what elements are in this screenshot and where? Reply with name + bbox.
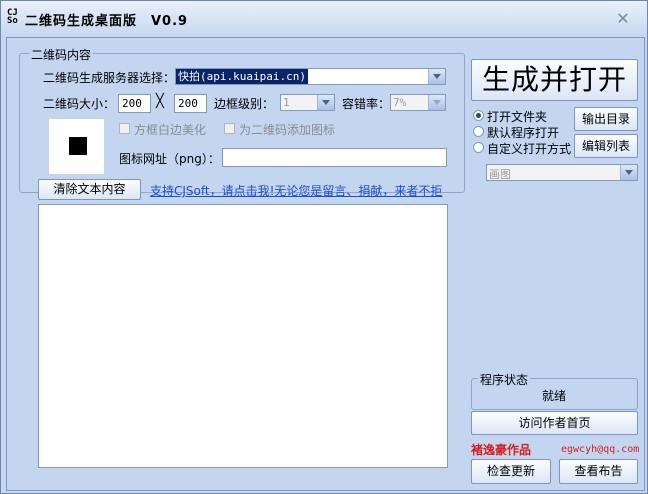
size-height-input[interactable]: 200 bbox=[174, 94, 207, 113]
ecc-select-value: 7% bbox=[393, 96, 407, 109]
border-select[interactable]: 1 bbox=[280, 94, 335, 111]
chevron-down-icon[interactable] bbox=[428, 69, 445, 84]
email-label: egwcyh@qq.com bbox=[561, 444, 640, 455]
author-label: 褚逸豪作品 bbox=[471, 443, 532, 457]
server-select[interactable]: 快拍(api.kuaipai.cn) bbox=[175, 68, 446, 85]
border-select-value: 1 bbox=[283, 96, 290, 109]
size-width-input[interactable]: 200 bbox=[118, 94, 151, 113]
radio-default-program[interactable] bbox=[473, 126, 484, 137]
qr-preview-icon bbox=[69, 137, 87, 155]
icon-url-label: 图标网址（png）： bbox=[119, 152, 220, 166]
chevron-down-icon[interactable] bbox=[620, 165, 637, 180]
add-icon-checkbox[interactable] bbox=[224, 123, 235, 134]
size-times-icon: ╳ bbox=[156, 94, 164, 109]
border-label: 边框级别： bbox=[214, 97, 275, 111]
clear-text-button[interactable]: 清除文本内容 bbox=[38, 179, 141, 200]
window-title: 二维码生成桌面版 V0.9 bbox=[25, 14, 189, 29]
radio-open-folder-label: 打开文件夹 bbox=[487, 110, 548, 124]
server-select-value: 快拍(api.kuaipai.cn) bbox=[176, 69, 308, 84]
support-link[interactable]: 支持CJSoft，请点击我!无论您是留言、捐献，来者不拒 bbox=[150, 182, 442, 199]
main-window: CJ So 二维码生成桌面版 V0.9 ✕ 二维码内容 二维码生成服务器选择： 快… bbox=[0, 0, 648, 494]
radio-default-program-label: 默认程序打开 bbox=[487, 126, 560, 140]
status-legend: 程序状态 bbox=[478, 371, 531, 388]
radio-custom[interactable] bbox=[473, 142, 484, 153]
title-bar[interactable]: CJ So 二维码生成桌面版 V0.9 ✕ bbox=[1, 1, 647, 35]
radio-custom-label: 自定义打开方式 bbox=[487, 142, 572, 156]
ecc-label: 容错率： bbox=[342, 97, 391, 111]
beautify-checkbox[interactable] bbox=[119, 123, 130, 134]
icon-url-input[interactable] bbox=[222, 148, 447, 167]
size-label: 二维码大小： bbox=[43, 97, 116, 111]
view-notice-button[interactable]: 查看布告 bbox=[559, 459, 638, 484]
output-dir-button[interactable]: 输出目录 bbox=[574, 107, 638, 131]
generate-open-button[interactable]: 生成并打开 bbox=[471, 59, 638, 101]
ecc-select[interactable]: 7% bbox=[390, 94, 446, 111]
server-label: 二维码生成服务器选择： bbox=[43, 71, 176, 85]
add-icon-label: 为二维码添加图标 bbox=[239, 123, 336, 137]
edit-list-button[interactable]: 编辑列表 bbox=[574, 134, 638, 158]
radio-open-folder[interactable] bbox=[473, 110, 484, 121]
beautify-label: 方框白边美化 bbox=[134, 123, 207, 137]
qr-text-area[interactable] bbox=[38, 204, 448, 468]
status-value: 就绪 bbox=[542, 389, 567, 403]
chevron-down-icon[interactable] bbox=[317, 95, 334, 110]
content-group-legend: 二维码内容 bbox=[29, 46, 94, 63]
chevron-down-icon[interactable] bbox=[428, 95, 445, 110]
check-update-button[interactable]: 检查更新 bbox=[471, 459, 551, 484]
app-icon: CJ So bbox=[7, 8, 18, 26]
qr-preview bbox=[48, 118, 105, 175]
program-select[interactable]: 画图 bbox=[486, 164, 638, 181]
visit-homepage-button[interactable]: 访问作者首页 bbox=[471, 411, 638, 435]
client-area: 二维码内容 二维码生成服务器选择： 快拍(api.kuaipai.cn) 二维码… bbox=[6, 37, 645, 491]
close-icon[interactable]: ✕ bbox=[613, 9, 633, 29]
program-select-value: 画图 bbox=[489, 168, 511, 181]
